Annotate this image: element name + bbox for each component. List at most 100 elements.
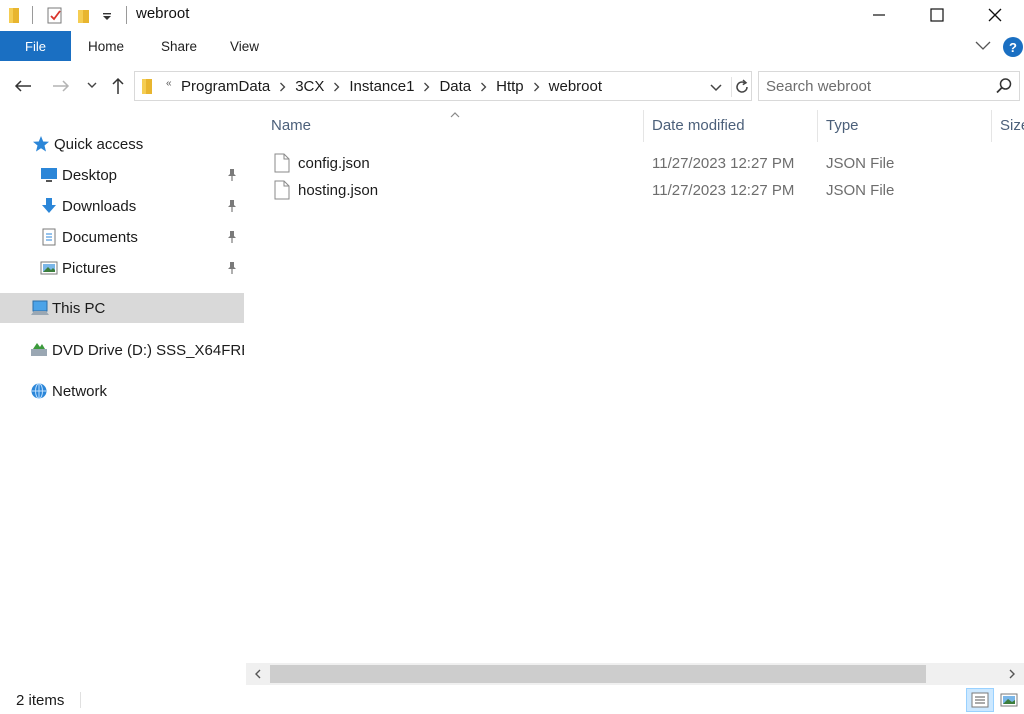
minimize-icon [873,14,885,16]
window-title: webroot [136,5,190,22]
documents-icon [40,228,58,246]
close-button[interactable] [966,0,1024,30]
new-folder-icon[interactable] [76,6,92,29]
details-view-button[interactable] [966,688,994,712]
up-arrow-icon [112,77,124,94]
file-date-modified: 11/27/2023 12:27 PM [652,155,795,172]
search-icon[interactable] [995,77,1013,100]
pin-icon[interactable] [226,261,238,279]
toolbar-separator [126,6,127,24]
breadcrumb-item[interactable]: Http [496,78,524,95]
address-bar[interactable]: « ProgramData 3CX Instance1 Data Http webroot [134,71,752,101]
search-box[interactable] [758,71,1020,101]
forward-arrow-icon [53,80,70,92]
sidebar-item-pictures[interactable]: Pictures [0,253,244,283]
pin-icon[interactable] [226,199,238,217]
breadcrumb-item[interactable]: Instance1 [349,78,414,95]
folder-icon [141,78,155,101]
sidebar-item-dvd-drive-d-sss-x64free[interactable]: DVD Drive (D:) SSS_X64FREE [0,335,244,365]
ribbon-tabs: File Home Share View ? [0,31,1024,63]
tab-file[interactable]: File [0,31,71,61]
navigation-pane: Quick access Desktop Downloads Documents Pic… [0,106,246,661]
item-count: 2 items [16,692,65,709]
tab-share[interactable]: Share [161,39,197,54]
breadcrumb-chevron-icon[interactable] [279,82,286,92]
breadcrumb-chevron-icon[interactable] [480,82,487,92]
sidebar-item-documents[interactable]: Documents [0,222,244,252]
desktop-icon [40,166,58,184]
large-icons-view-icon [1000,693,1018,707]
file-type: JSON File [826,155,895,172]
sidebar-item-quick-access[interactable]: Quick access [0,129,244,159]
horizontal-scrollbar[interactable] [246,663,1024,685]
breadcrumb-chevron-icon[interactable] [333,82,340,92]
table-row[interactable]: config.json 11/27/2023 12:27 PM JSON File [266,150,1006,177]
sidebar-item-downloads[interactable]: Downloads [0,191,244,221]
pin-icon[interactable] [226,168,238,186]
chevron-left-icon [255,669,261,679]
tab-view[interactable]: View [230,39,259,54]
file-icon [274,153,290,178]
column-divider[interactable] [643,110,644,142]
customize-dropdown-icon[interactable] [102,9,112,27]
properties-icon[interactable] [46,6,64,29]
table-row[interactable]: hosting.json 11/27/2023 12:27 PM JSON File [266,177,1006,204]
dvd-drive-icon [30,341,48,359]
large-icons-view-button[interactable] [995,688,1023,712]
sidebar-item-this-pc[interactable]: This PC [0,293,244,323]
status-bar: 2 items [0,686,1024,714]
file-name: hosting.json [298,182,379,199]
breadcrumb-item[interactable]: 3CX [295,78,324,95]
breadcrumb-overflow[interactable]: « [166,78,172,89]
column-header-name[interactable]: Name [271,117,311,134]
scroll-left-button[interactable] [246,663,270,685]
scrollbar-thumb[interactable] [270,665,926,683]
sidebar-item-network[interactable]: Network [0,376,244,406]
refresh-icon[interactable] [731,77,751,97]
breadcrumb-chevron-icon[interactable] [423,82,430,92]
sidebar-item-label: This PC [52,300,106,317]
sidebar-item-label: Pictures [62,260,117,277]
breadcrumb-item[interactable]: ProgramData [181,78,270,95]
breadcrumb-item[interactable]: webroot [549,78,602,95]
expand-ribbon-chevron-icon[interactable] [974,39,992,57]
close-icon [988,8,1002,22]
star-icon [32,135,50,153]
column-divider[interactable] [991,110,992,142]
address-dropdown-icon[interactable] [709,80,723,98]
column-header-size[interactable]: Size [1000,117,1024,134]
sidebar-item-label: Network [52,383,108,400]
help-icon[interactable]: ? [1003,37,1023,57]
toolbar-separator [32,6,33,24]
sidebar-item-label: Desktop [62,167,118,184]
pin-icon[interactable] [226,230,238,248]
file-name: config.json [298,155,370,172]
forward-button[interactable] [50,75,72,97]
breadcrumb: ProgramData 3CX Instance1 Data Http webroot [181,78,602,95]
recent-locations-button[interactable] [81,75,103,97]
maximize-button[interactable] [908,0,966,30]
breadcrumb-chevron-icon[interactable] [533,82,540,92]
network-icon [30,382,48,400]
tab-home[interactable]: Home [88,39,124,54]
sidebar-item-desktop[interactable]: Desktop [0,160,244,190]
file-icon [274,180,290,205]
sidebar-item-label: Documents [62,229,138,246]
details-view-icon [971,692,989,708]
minimize-button[interactable] [850,0,908,30]
column-header-type[interactable]: Type [826,117,859,134]
folder-icon[interactable] [8,6,22,29]
column-divider[interactable] [817,110,818,142]
breadcrumb-item[interactable]: Data [439,78,471,95]
status-separator [80,692,81,708]
scroll-right-button[interactable] [1000,663,1024,685]
file-list-view: Name Date modified Type Size config.json… [246,106,1024,661]
back-button[interactable] [12,75,34,97]
sidebar-item-label: DVD Drive (D:) SSS_X64FREE [52,342,244,359]
maximize-icon [930,8,944,22]
chevron-down-icon [87,82,97,88]
column-header-date-modified[interactable]: Date modified [652,117,745,134]
search-input[interactable] [766,76,986,96]
pictures-icon [40,259,58,277]
up-button[interactable] [107,75,129,97]
